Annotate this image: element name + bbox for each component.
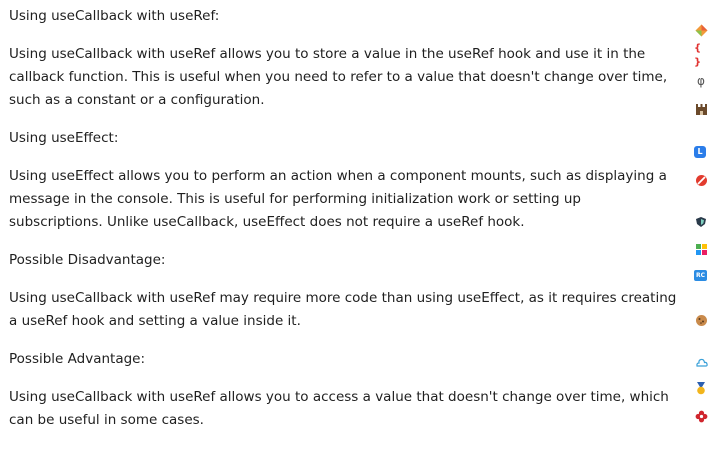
colorful-grid-icon[interactable] — [694, 242, 708, 256]
rc-badge-icon[interactable]: RC — [694, 270, 707, 281]
section-heading-usecallback: Using useCallback with useRef: — [9, 8, 220, 24]
section-text-useeffect: Using useEffect allows you to perform an… — [9, 168, 667, 230]
phi-icon[interactable]: φ — [694, 74, 708, 88]
section-heading-disadvantage: Possible Disadvantage: — [9, 252, 166, 268]
section-text-usecallback: Using useCallback with useRef allows you… — [9, 46, 668, 108]
cookie-icon[interactable] — [694, 313, 708, 327]
extension-diamond-icon[interactable] — [694, 23, 708, 37]
section-text-disadvantage: Using useCallback with useRef may requir… — [9, 290, 677, 329]
flower-icon[interactable] — [694, 409, 708, 423]
shield-icon[interactable] — [694, 215, 708, 229]
l-badge-icon[interactable]: L — [694, 146, 706, 158]
section-heading-advantage: Possible Advantage: — [9, 351, 146, 367]
castle-icon[interactable] — [694, 102, 708, 116]
section-heading-useeffect: Using useEffect: — [9, 130, 119, 146]
medal-icon[interactable] — [694, 381, 708, 395]
section-text-advantage: Using useCallback with useRef allows you… — [9, 389, 669, 428]
extension-icon-rail: { } φ L RC — [692, 0, 712, 452]
message-content: Using useCallback with useRef: Using use… — [9, 5, 681, 447]
cloud-outline-icon[interactable] — [694, 355, 708, 369]
no-entry-icon[interactable] — [694, 173, 708, 187]
braces-icon[interactable]: { } — [694, 43, 708, 68]
